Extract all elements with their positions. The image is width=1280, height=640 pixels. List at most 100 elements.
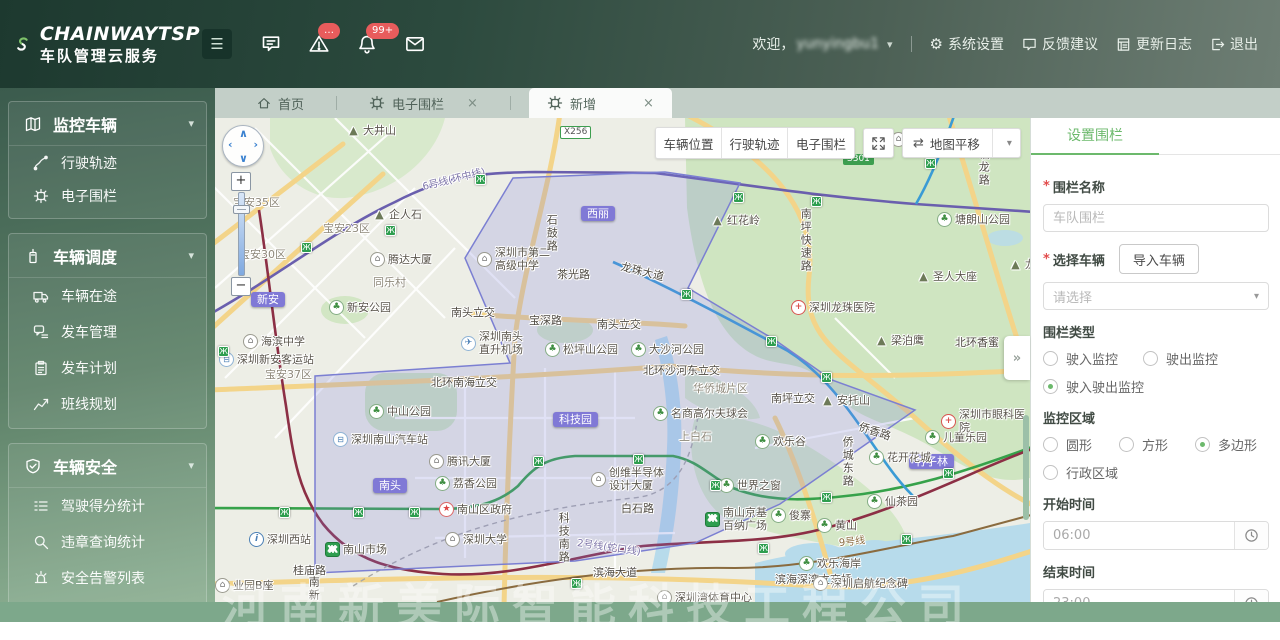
- plane-poi-icon: ✈: [461, 335, 476, 351]
- map-label: ♣ 大沙河公园: [631, 342, 704, 357]
- footer-bar: [0, 602, 1280, 622]
- user-menu-caret-icon[interactable]: ▾: [887, 38, 893, 51]
- sidebar-item-search[interactable]: 违章查询统计: [9, 524, 206, 560]
- map-toolbar: 车辆位置 行驶轨迹 电子围栏 ⇄ 地图平移 ▾: [655, 127, 1021, 159]
- tree-poi-icon: ♣: [867, 494, 882, 509]
- tree-poi-icon: ♣: [369, 404, 384, 419]
- start-time-input[interactable]: [1044, 522, 1234, 549]
- notifications-bell-icon[interactable]: 99+: [356, 23, 400, 55]
- zoom-slider-thumb[interactable]: [232, 205, 250, 214]
- system-settings-link[interactable]: ⚙ 系统设置: [930, 34, 1004, 54]
- app-root: CHAINWAYTSP 车队管理云服务 ☰ … 99+ 欢迎， yunyingbu…: [0, 0, 1280, 640]
- sidebar-item-label: 安全告警列表: [61, 571, 145, 587]
- map-label: ⌂ 深圳大学: [445, 532, 507, 547]
- map-label: ♣ 塘朗山公园: [937, 212, 1010, 227]
- brand: CHAINWAYTSP 车队管理云服务: [0, 23, 200, 66]
- alerts-icon[interactable]: …: [308, 23, 340, 55]
- pan-mode-caret-icon[interactable]: ▾: [999, 138, 1020, 149]
- radio-dot: [1043, 465, 1058, 480]
- tab-set-fence[interactable]: 设置围栏: [1031, 118, 1159, 155]
- fence-type-radio[interactable]: 驶入驶出监控: [1043, 377, 1144, 396]
- map-label: ▲ 梁泊鹰: [875, 334, 924, 347]
- monitor-area-radio[interactable]: 圆形: [1043, 435, 1119, 454]
- sidebar-group-2[interactable]: 车辆安全 ▾: [9, 444, 206, 488]
- start-time-clock-icon[interactable]: [1234, 522, 1268, 549]
- map-label: 北环南海立交: [431, 376, 497, 389]
- map-icon: [25, 116, 41, 132]
- fullscreen-button[interactable]: [863, 128, 894, 158]
- chevron-down-icon[interactable]: ▾: [188, 249, 194, 262]
- panel-collapse-handle[interactable]: »: [1004, 336, 1030, 380]
- sidebar-group-1[interactable]: 车辆调度 ▾: [9, 234, 206, 278]
- map-compass-control[interactable]: ∧ ∨ ‹ ›: [222, 125, 264, 167]
- scrollbar-thumb[interactable]: [1023, 415, 1029, 520]
- map-label: 上白石: [679, 430, 712, 443]
- zoom-slider-track[interactable]: [232, 192, 250, 276]
- alert-badge: …: [318, 23, 340, 39]
- close-icon[interactable]: ×: [643, 96, 654, 111]
- welcome-text: 欢迎， yunyingbu1: [752, 36, 880, 53]
- logout-link[interactable]: 退出: [1210, 34, 1258, 54]
- map-label: ⌂ 深圳启航纪念碑: [813, 576, 908, 591]
- map-label: 华侨城片区: [693, 382, 748, 395]
- radio-dot: [1043, 379, 1058, 394]
- fence-name-input[interactable]: [1043, 204, 1269, 232]
- chevron-down-icon[interactable]: ▾: [188, 117, 194, 130]
- sidebar-item-busm[interactable]: 发车管理: [9, 314, 206, 350]
- feedback-link[interactable]: 反馈建议: [1022, 34, 1098, 54]
- radio-label: 驶入监控: [1066, 353, 1119, 368]
- close-icon[interactable]: ×: [467, 96, 478, 111]
- import-vehicles-button[interactable]: 导入车辆: [1118, 244, 1199, 274]
- fence-type-radio[interactable]: 驶出监控: [1143, 349, 1243, 368]
- brand-logo-icon: [17, 37, 28, 51]
- map-pan-mode-button[interactable]: ⇄ 地图平移 ▾: [902, 128, 1021, 158]
- map-label: 2号线(蛇口线): [576, 538, 642, 558]
- radio-label: 驶出监控: [1166, 353, 1219, 368]
- chevron-down-icon[interactable]: ▾: [188, 459, 194, 472]
- select-caret-icon: ▾: [1253, 290, 1259, 302]
- map-label: ▲ 圣人大座: [917, 270, 977, 283]
- metro-station-marker: Ж: [475, 174, 486, 185]
- zoom-in-button[interactable]: +: [231, 172, 251, 191]
- sidebar-item-score[interactable]: 驾驶得分统计: [9, 488, 206, 524]
- sidebar-item-plan[interactable]: 发车计划: [9, 350, 206, 386]
- sidebar-item-fence[interactable]: 电子围栏: [9, 179, 206, 212]
- monitor-area-radio[interactable]: 行政区域: [1043, 463, 1119, 482]
- sidebar-group-0[interactable]: 监控车辆 ▾: [9, 102, 206, 146]
- map-toolbar-button-1[interactable]: 行驶轨迹: [722, 128, 788, 158]
- map-label: ▲ 企人石: [373, 208, 422, 221]
- sidebar-item-route[interactable]: 行驶轨迹: [9, 146, 206, 179]
- messages-icon[interactable]: [260, 33, 282, 55]
- tab-1[interactable]: 电子围栏 ×: [355, 88, 492, 118]
- vehicle-select[interactable]: 请选择 ▾: [1043, 282, 1269, 310]
- home-icon: [257, 96, 271, 110]
- map-toolbar-button-2[interactable]: 电子围栏: [788, 128, 854, 158]
- tree-poi-icon: ♣: [719, 478, 734, 493]
- radio-label: 多边形: [1218, 439, 1258, 454]
- map-label: ★ 南山区政府: [439, 502, 512, 517]
- radio-dot: [1119, 437, 1134, 452]
- pan-right-icon: ›: [253, 138, 258, 151]
- sidebar-toggle-button[interactable]: ☰: [202, 29, 232, 59]
- zoom-out-button[interactable]: −: [231, 277, 251, 296]
- map-label: ⌂ 海滨中学: [243, 334, 305, 349]
- fence-icon: [369, 95, 385, 111]
- tab-2[interactable]: 新增 ×: [528, 88, 672, 118]
- sidebar-item-trend[interactable]: 班线规划: [9, 386, 206, 422]
- metro-station-marker: Ж: [710, 480, 721, 491]
- map-label: 南坪立交: [771, 392, 815, 405]
- sidebar-item-siren[interactable]: 安全告警列表: [9, 560, 206, 596]
- radio-dot: [1043, 437, 1058, 452]
- monitor-area-radio[interactable]: 多边形: [1195, 435, 1271, 454]
- metro-station-marker: Ж: [533, 456, 544, 467]
- map-canvas[interactable]: ▲大井山⌂留仙洞大厦⌂深圳实验学校X256S3016号线(环中线)宝安35区▲企…: [215, 118, 1030, 602]
- fence-type-radio[interactable]: 驶入监控: [1043, 349, 1143, 368]
- map-toolbar-button-0[interactable]: 车辆位置: [656, 128, 722, 158]
- changelog-link[interactable]: 更新日志: [1116, 34, 1192, 54]
- sidebar-item-truck[interactable]: 车辆在途: [9, 278, 206, 314]
- monitor-area-radio[interactable]: 方形: [1119, 435, 1195, 454]
- tab-0[interactable]: 首页: [243, 88, 318, 118]
- map-label: ♣ 世界之窗: [719, 478, 781, 493]
- mtn-poi-icon: ▲: [375, 208, 384, 221]
- mail-icon[interactable]: [404, 33, 426, 55]
